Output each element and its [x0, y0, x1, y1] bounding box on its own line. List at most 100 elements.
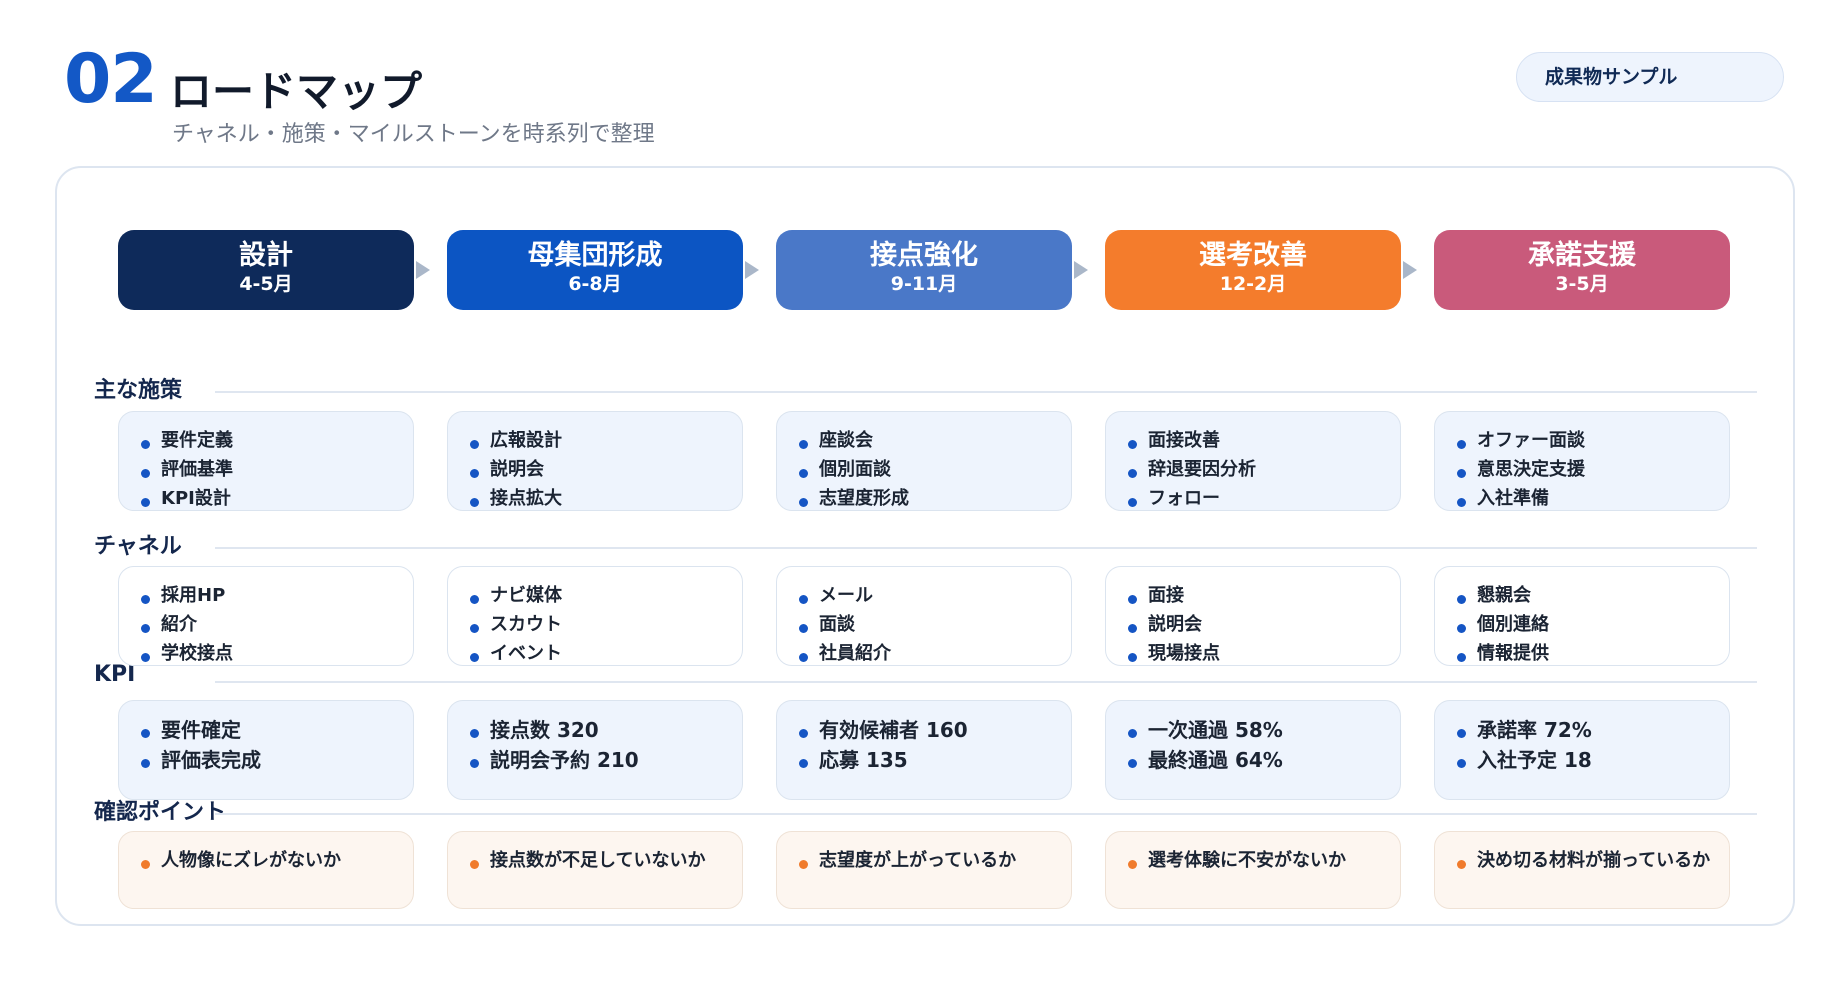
list-item: 接点拡大: [466, 484, 742, 513]
checkpoints-card: 決め切る材料が揃っているか: [1434, 831, 1730, 909]
list-item-text: オファー面談: [1477, 430, 1585, 451]
section-divider: [215, 681, 1757, 683]
bullet-list: 承諾率 72% 入社予定 18: [1453, 715, 1729, 775]
bullet-dot-icon: [1128, 624, 1137, 633]
list-item-text: 接点数が不足していないか: [490, 850, 706, 871]
bullet-list: 選考体験に不安がないか: [1124, 846, 1400, 875]
bullet-dot-icon: [1457, 595, 1466, 604]
bullet-list: 面接説明会現場接点: [1124, 581, 1400, 668]
phase-pool-building: 母集団形成 6-8月: [447, 230, 743, 310]
list-item: 個別連絡: [1453, 610, 1729, 639]
list-item: 広報設計: [466, 426, 742, 455]
list-item-text: 接点拡大: [490, 488, 562, 509]
list-item-text: 情報提供: [1477, 643, 1549, 664]
checkpoints-card: 人物像にズレがないか: [118, 831, 414, 909]
list-item: 評価基準: [137, 455, 413, 484]
bullet-list: ナビ媒体 スカウト イベント: [466, 581, 742, 668]
phase-selection-improvement: 選考改善 12-2月: [1105, 230, 1401, 310]
bullet-list: 面接改善辞退要因分析 フォロー: [1124, 426, 1400, 513]
list-item-text: 接点数 320: [490, 718, 599, 742]
list-item-text: 人物像にズレがないか: [161, 850, 341, 871]
list-item-text: 現場接点: [1148, 643, 1220, 664]
list-item-text: 社員紹介: [819, 643, 891, 664]
list-item-text: 最終通過 64%: [1148, 748, 1283, 772]
list-item-text: 承諾率 72%: [1477, 718, 1592, 742]
phase-arrow-icon: [745, 261, 759, 279]
list-item-text: フォロー: [1148, 488, 1220, 509]
kpi-card: 有効候補者 160 応募 135: [776, 700, 1072, 800]
bullet-dot-icon: [799, 653, 808, 662]
phase-design: 設計 4-5月: [118, 230, 414, 310]
bullet-dot-icon: [1457, 624, 1466, 633]
list-item-text: 説明会: [1148, 614, 1202, 635]
bullet-list: 有効候補者 160 応募 135: [795, 715, 1071, 775]
section-title-kpi: KPI: [94, 662, 136, 687]
bullet-list: オファー面談 意思決定支援 入社準備: [1453, 426, 1729, 513]
list-item: 説明会予約 210: [466, 745, 742, 775]
list-item: 評価表完成: [137, 745, 413, 775]
bullet-dot-icon: [799, 498, 808, 507]
list-item-text: 評価基準: [161, 459, 233, 480]
bullet-list: 一次通過 58% 最終通過 64%: [1124, 715, 1400, 775]
measures-card: 広報設計説明会接点拡大: [447, 411, 743, 511]
list-item: 決め切る材料が揃っているか: [1453, 846, 1729, 875]
channels-card: メール 面談 社員紹介: [776, 566, 1072, 666]
bullet-dot-icon: [470, 595, 479, 604]
bullet-list: 人物像にズレがないか: [137, 846, 413, 875]
section-title-measures: 主な施策: [94, 378, 183, 403]
list-item: 説明会: [1124, 610, 1400, 639]
list-item: 面接: [1124, 581, 1400, 610]
list-item-text: 採用HP: [161, 585, 226, 606]
list-item: イベント: [466, 639, 742, 668]
list-item-text: 説明会: [490, 459, 544, 480]
phase-name: 設計: [239, 240, 293, 271]
phase-row: 設計 4-5月 母集団形成 6-8月 接点強化 9-11月 選考改善 12-2月…: [118, 230, 1730, 310]
list-item: 接点数が不足していないか: [466, 846, 742, 875]
list-item: 情報提供: [1453, 639, 1729, 668]
bullet-list: 要件確定評価表完成: [137, 715, 413, 775]
list-item: ナビ媒体: [466, 581, 742, 610]
list-item-text: KPI設計: [161, 488, 231, 509]
bullet-list: 要件定義 評価基準 KPI設計: [137, 426, 413, 513]
list-item: 最終通過 64%: [1124, 745, 1400, 775]
bullet-dot-icon: [1128, 860, 1137, 869]
bullet-dot-icon: [470, 469, 479, 478]
bullet-dot-icon: [1457, 860, 1466, 869]
bullet-dot-icon: [141, 759, 150, 768]
list-item: 現場接点: [1124, 639, 1400, 668]
page-header: 02 ロードマップ チャネル・施策・マイルストーンを時系列で整理 成果物サンプル: [64, 40, 1784, 150]
bullet-list: 懇親会 個別連絡 情報提供: [1453, 581, 1729, 668]
list-item-text: 入社準備: [1477, 488, 1549, 509]
list-item-text: 辞退要因分析: [1148, 459, 1256, 480]
phase-period: 6-8月: [568, 273, 622, 295]
bullet-dot-icon: [141, 595, 150, 604]
bullet-list: 採用HP 紹介 学校接点: [137, 581, 413, 668]
list-item: 志望度形成: [795, 484, 1071, 513]
section-divider: [215, 547, 1757, 549]
phase-name: 承諾支援: [1528, 240, 1636, 271]
list-item: 有効候補者 160: [795, 715, 1071, 745]
bullet-dot-icon: [141, 440, 150, 449]
list-item-text: 一次通過 58%: [1148, 718, 1283, 742]
list-item: オファー面談: [1453, 426, 1729, 455]
list-item: 面接改善: [1124, 426, 1400, 455]
bullet-dot-icon: [799, 469, 808, 478]
list-item-text: 要件確定: [161, 718, 241, 742]
phase-name: 母集団形成: [527, 240, 663, 271]
bullet-dot-icon: [1457, 440, 1466, 449]
list-item-text: 座談会: [819, 430, 873, 451]
bullet-dot-icon: [799, 860, 808, 869]
bullet-dot-icon: [799, 440, 808, 449]
phase-period: 9-11月: [890, 273, 958, 295]
list-item: 入社予定 18: [1453, 745, 1729, 775]
checkpoints-card: 選考体験に不安がないか: [1105, 831, 1401, 909]
bullet-dot-icon: [470, 729, 479, 738]
bullet-dot-icon: [470, 440, 479, 449]
bullet-list: 接点数が不足していないか: [466, 846, 742, 875]
list-item: 説明会: [466, 455, 742, 484]
list-item-text: メール: [819, 585, 873, 606]
list-item-text: イベント: [490, 643, 562, 664]
list-item: 辞退要因分析: [1124, 455, 1400, 484]
bullet-dot-icon: [1128, 469, 1137, 478]
bullet-dot-icon: [799, 595, 808, 604]
